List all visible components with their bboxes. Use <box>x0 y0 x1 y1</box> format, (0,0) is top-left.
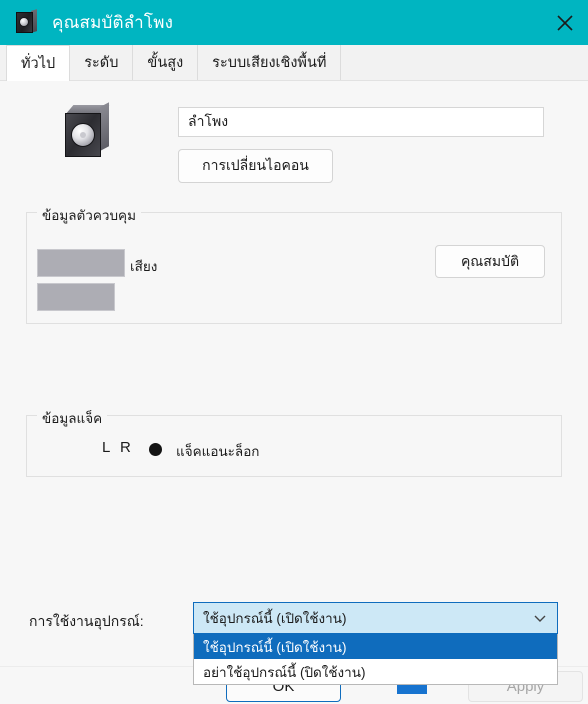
device-usage-option-disabled[interactable]: อย่าใช้อุปกรณ์นี้ (ปิดใช้งาน) <box>194 659 557 684</box>
chevron-down-icon <box>533 611 547 625</box>
tab-strip: ทั่วไป ระดับ ขั้นสูง ระบบเสียงเชิงพื้นที… <box>0 45 588 81</box>
title-bar: คุณสมบัติลำโพง <box>0 0 588 45</box>
jack-type-label: แจ็คแอนะล็อก <box>176 444 260 459</box>
tab-levels[interactable]: ระดับ <box>70 45 134 80</box>
device-usage-option-disabled-label: อย่าใช้อุปกรณ์นี้ (ปิดใช้งาน) <box>203 664 366 680</box>
device-usage-combobox[interactable]: ใช้อุปกรณ์นี้ (เปิดใช้งาน) <box>193 602 558 634</box>
tab-spatial-sound[interactable]: ระบบเสียงเชิงพื้นที่ <box>198 45 342 80</box>
jack-channels-label: L R <box>102 439 134 456</box>
controller-information-group: ข้อมูลตัวควบคุม เสียง คุณสมบัติ <box>26 204 562 324</box>
tab-levels-label: ระดับ <box>84 55 119 71</box>
controller-group-title: ข้อมูลตัวควบคุม <box>37 204 141 226</box>
device-usage-label: การใช้งานอุปกรณ์: <box>29 613 144 629</box>
jack-group-title: ข้อมูลแจ็ค <box>37 407 108 429</box>
redacted-controller-name <box>37 249 125 277</box>
jack-information-group: ข้อมูลแจ็ค L R แจ็คแอนะล็อก <box>26 407 562 477</box>
device-usage-selected-value: ใช้อุปกรณ์นี้ (เปิดใช้งาน) <box>203 611 347 626</box>
device-usage-option-enabled[interactable]: ใช้อุปกรณ์นี้ (เปิดใช้งาน) <box>194 634 557 659</box>
tab-advanced[interactable]: ขั้นสูง <box>133 45 199 80</box>
device-speaker-icon <box>62 102 110 161</box>
general-tab-panel: การเปลี่ยนไอคอน ข้อมูลตัวควบคุม เสียง คุ… <box>0 81 588 703</box>
controller-sound-label: เสียง <box>130 259 158 274</box>
device-usage-option-enabled-label: ใช้อุปกรณ์นี้ (เปิดใช้งาน) <box>203 639 347 655</box>
device-usage-dropdown-list[interactable]: ใช้อุปกรณ์นี้ (เปิดใช้งาน) อย่าใช้อุปกรณ… <box>193 634 558 685</box>
tab-spatial-sound-label: ระบบเสียงเชิงพื้นที่ <box>212 55 327 71</box>
window-title: คุณสมบัติลำโพง <box>52 13 174 32</box>
jack-dot-icon <box>149 443 162 456</box>
redacted-controller-detail <box>37 283 115 311</box>
speaker-icon <box>14 8 38 35</box>
tab-advanced-label: ขั้นสูง <box>147 55 184 71</box>
change-icon-button[interactable]: การเปลี่ยนไอคอน <box>178 149 333 183</box>
tab-general[interactable]: ทั่วไป <box>6 45 71 81</box>
properties-button[interactable]: คุณสมบัติ <box>435 245 545 278</box>
device-name-input[interactable] <box>178 107 544 137</box>
close-icon[interactable] <box>542 0 588 45</box>
tab-general-label: ทั่วไป <box>21 55 56 72</box>
